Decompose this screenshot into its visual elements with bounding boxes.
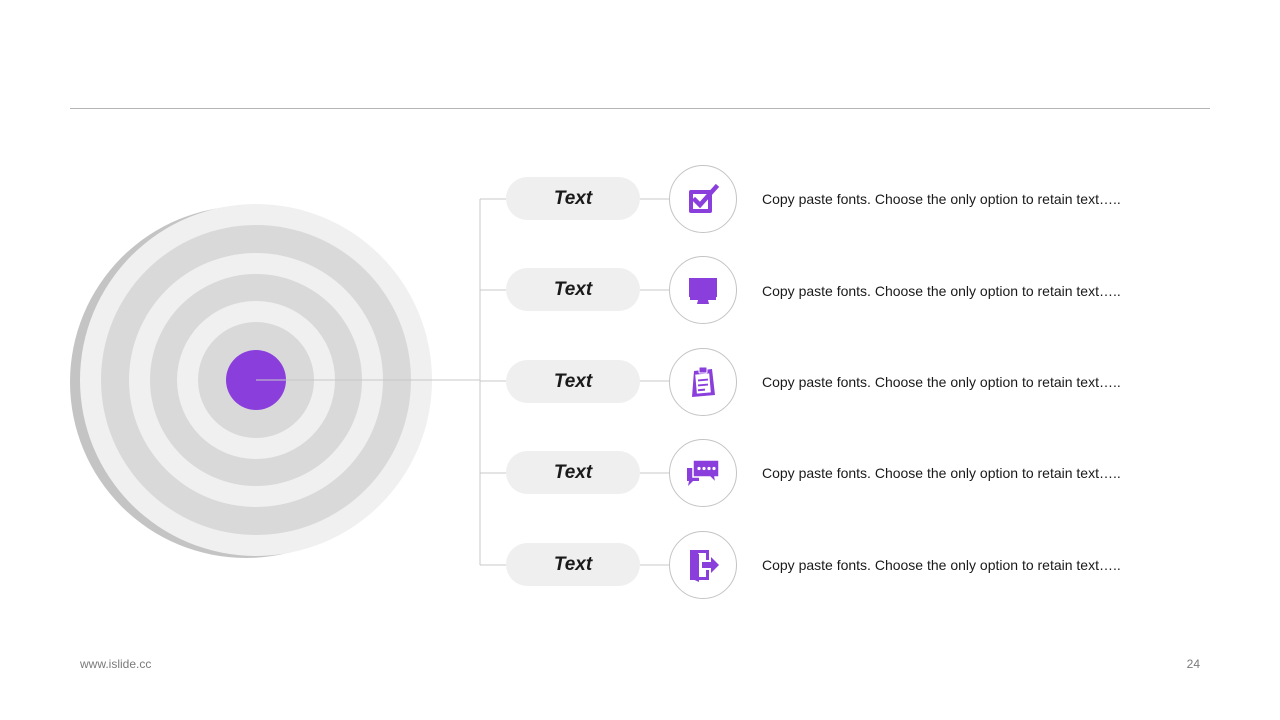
checkbox-icon — [689, 183, 720, 213]
item-description: Copy paste fonts. Choose the only option… — [762, 465, 1121, 481]
icon-holder — [669, 439, 737, 507]
monitor-icon — [689, 278, 717, 304]
clipboard-icon — [692, 366, 715, 397]
footer-website: www.islide.cc — [80, 657, 152, 671]
item-label-pill: Text — [506, 268, 640, 311]
slide: Text Copy paste fonts. Choose the only o… — [0, 0, 1280, 720]
icon-holder — [669, 348, 737, 416]
item-description: Copy paste fonts. Choose the only option… — [762, 283, 1121, 299]
icon-holder — [669, 256, 737, 324]
item-description: Copy paste fonts. Choose the only option… — [762, 557, 1121, 573]
icon-holder — [669, 531, 737, 599]
icon-holder — [669, 165, 737, 233]
item-label-pill: Text — [506, 360, 640, 403]
item-description: Copy paste fonts. Choose the only option… — [762, 374, 1121, 390]
page-number: 24 — [1186, 657, 1200, 671]
item-description: Copy paste fonts. Choose the only option… — [762, 191, 1121, 207]
target-diagram — [70, 198, 669, 566]
item-label-pill: Text — [506, 451, 640, 494]
exit-door-icon — [690, 550, 719, 582]
chat-icon — [687, 459, 720, 486]
item-label-pill: Text — [506, 177, 640, 220]
item-label-pill: Text — [506, 543, 640, 586]
